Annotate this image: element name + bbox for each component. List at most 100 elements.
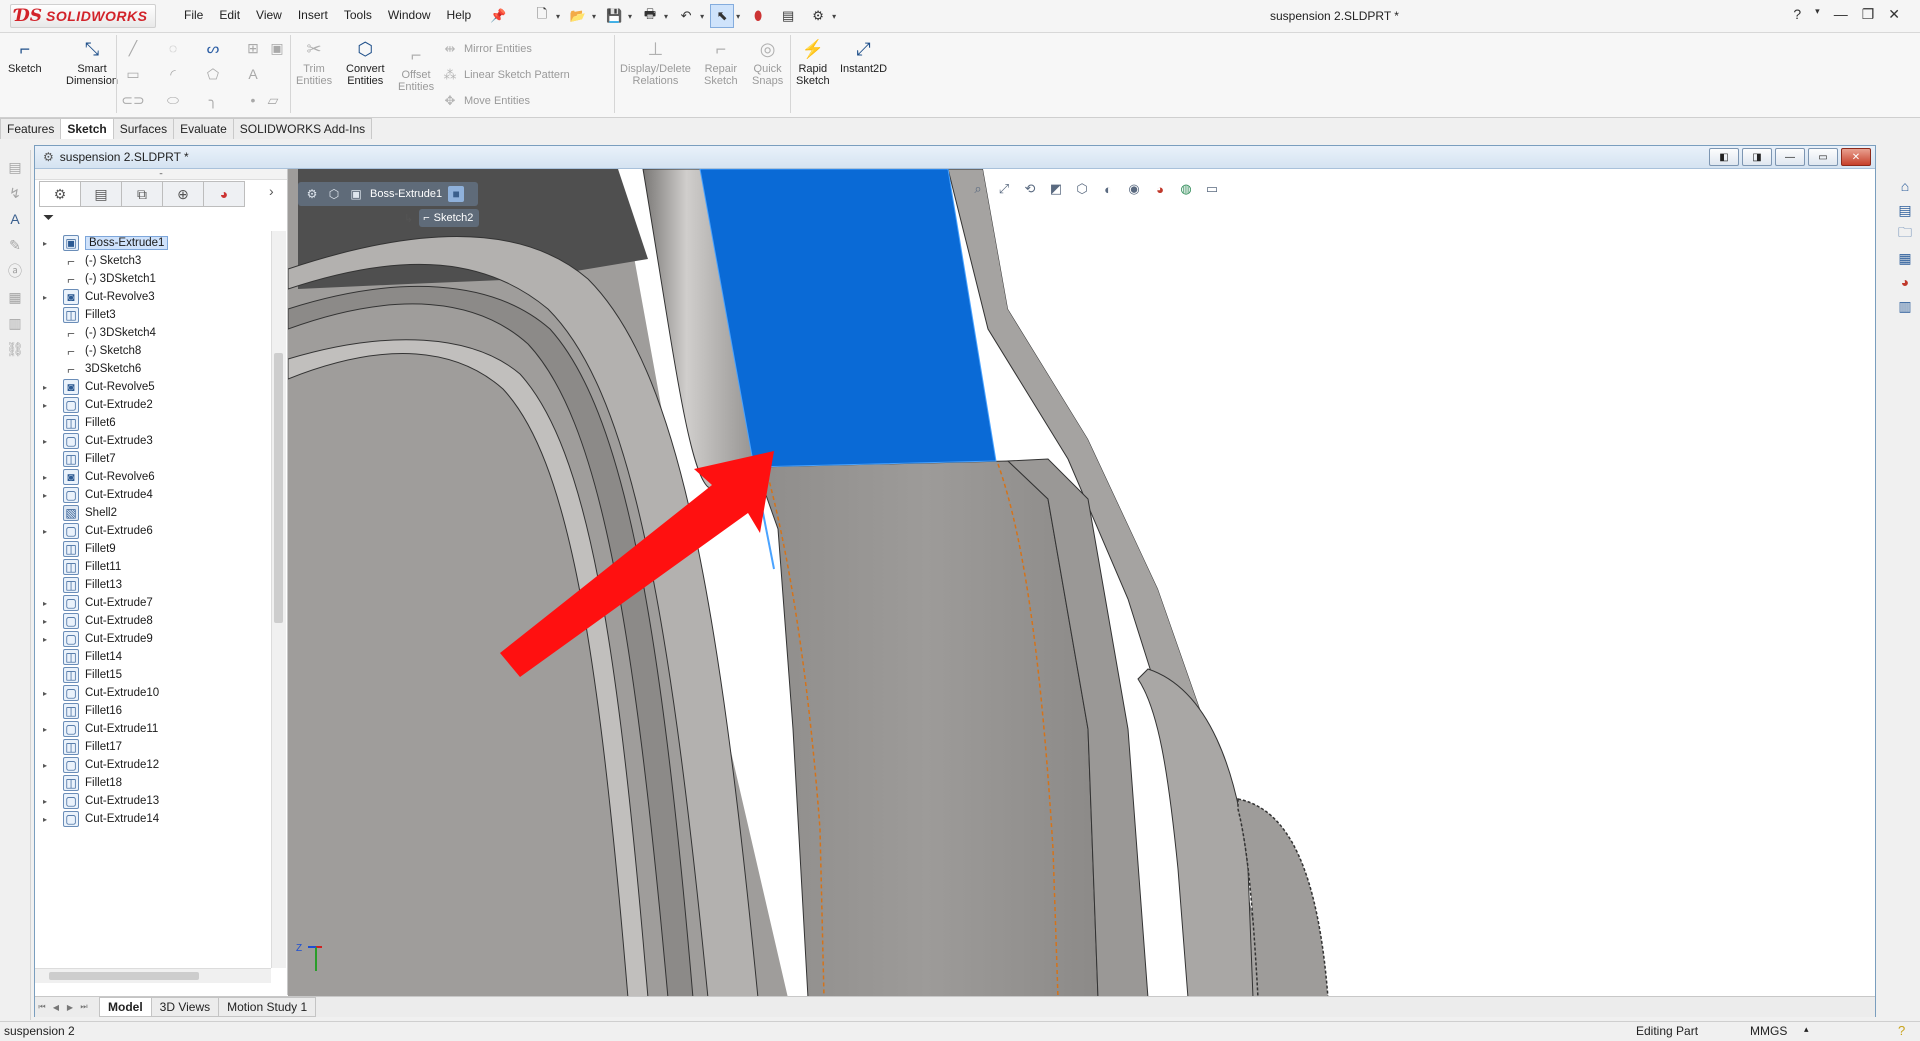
line-tool-icon[interactable]: ╱ — [124, 39, 142, 57]
expand-arrow-icon[interactable]: ▸ — [43, 383, 53, 392]
balloon-icon[interactable]: ⓐ — [6, 262, 24, 280]
edit-appearance-icon[interactable]: ◕ — [1150, 179, 1170, 199]
tree-item[interactable]: ▸ ▣ Boss-Extrude1 — [35, 233, 271, 253]
quick-snaps-button[interactable]: ◎ Quick Snaps — [752, 37, 783, 87]
tree-item[interactable]: ◫ Fillet18 — [35, 773, 271, 793]
tree-item[interactable]: ◫ Fillet6 — [35, 413, 271, 433]
status-units[interactable]: MMGS — [1750, 1024, 1787, 1038]
tree-horizontal-scrollbar[interactable] — [35, 968, 271, 983]
spline-tool-icon[interactable]: ᔕ — [204, 39, 222, 57]
tree-item[interactable]: ⌐ (-) 3DSketch1 — [35, 269, 271, 289]
solidworks-logo[interactable]: ƊS SOLIDWORKS — [10, 4, 156, 28]
tree-item[interactable]: ▸ ▢ Cut-Extrude9 — [35, 629, 271, 649]
polygon-tool-icon[interactable]: ⬠ — [204, 65, 222, 83]
prev-tab-icon[interactable]: ◀ — [49, 1000, 63, 1014]
minimize-icon[interactable]: — — [1834, 6, 1848, 23]
print-dropdown-icon[interactable]: ▾ — [664, 12, 668, 21]
feature-tree-tab-icon[interactable]: ⚙ — [39, 181, 81, 207]
move-entities-button[interactable]: ✥ Move Entities — [442, 93, 530, 109]
menu-file[interactable]: File — [176, 8, 211, 22]
menu-window[interactable]: Window — [380, 8, 439, 22]
tree-item[interactable]: ⌐ (-) Sketch8 — [35, 341, 271, 361]
expand-arrow-icon[interactable]: ▸ — [43, 635, 53, 644]
appearances-icon[interactable]: ◕ — [1894, 271, 1916, 293]
text-tool-icon[interactable]: A — [244, 65, 262, 83]
design-library-icon[interactable]: ▤ — [1894, 199, 1916, 221]
menu-tools[interactable]: Tools — [336, 8, 380, 22]
boss-extrude-icon[interactable]: ▣ — [348, 186, 364, 202]
first-tab-icon[interactable]: ⏮ — [35, 1000, 49, 1014]
previous-view-icon[interactable]: ⟲ — [1020, 179, 1040, 199]
solidworks-resources-icon[interactable]: ⌂ — [1894, 175, 1916, 197]
tree-item[interactable]: ◫ Fillet9 — [35, 539, 271, 559]
expand-arrow-icon[interactable]: ▸ — [43, 599, 53, 608]
units-dropdown-icon[interactable]: ▴ — [1804, 1024, 1809, 1035]
tab-sketch[interactable]: Sketch — [60, 118, 114, 139]
close-icon[interactable]: ✕ — [1888, 6, 1900, 23]
last-tab-icon[interactable]: ⏭ — [77, 1000, 91, 1014]
tree-item[interactable]: ▸ ▢ Cut-Extrude4 — [35, 485, 271, 505]
fillet-tool-icon[interactable]: ╮ — [204, 91, 222, 109]
rapid-sketch-button[interactable]: ⚡ Rapid Sketch — [796, 37, 830, 87]
part-icon[interactable]: ⚙ — [304, 186, 320, 202]
smart-dimension-button[interactable]: ⤡ Smart Dimension — [66, 37, 118, 87]
tab-surfaces[interactable]: Surfaces — [112, 118, 175, 139]
next-tab-icon[interactable]: ▶ — [63, 1000, 77, 1014]
rebuild-traffic-light-icon[interactable]: ⬮ — [746, 4, 770, 28]
arc-tool-icon[interactable]: ◜ — [164, 65, 182, 83]
trim-entities-button[interactable]: ✂ Trim Entities — [296, 37, 332, 87]
tree-item[interactable]: ▸ ▢ Cut-Extrude10 — [35, 683, 271, 703]
view-settings-icon[interactable]: ▭ — [1202, 179, 1222, 199]
zoom-to-area-icon[interactable]: ⤢ — [994, 179, 1014, 199]
body-icon[interactable]: ⬡ — [326, 186, 342, 202]
tree-item[interactable]: ◫ Fillet11 — [35, 557, 271, 577]
display-style-icon[interactable]: ◐ — [1098, 179, 1118, 199]
new-dropdown-icon[interactable]: ▾ — [556, 12, 560, 21]
undo-dropdown-icon[interactable]: ▾ — [700, 12, 704, 21]
expand-arrow-icon[interactable]: ▸ — [43, 473, 53, 482]
menu-help[interactable]: Help — [439, 8, 480, 22]
expand-arrow-icon[interactable]: ▸ — [43, 725, 53, 734]
undo-icon[interactable]: ↶ — [674, 4, 698, 28]
print-icon[interactable]: 🖶 — [638, 4, 662, 28]
restore-icon[interactable]: ❐ — [1862, 6, 1875, 23]
note-icon[interactable]: ✎ — [6, 236, 24, 254]
view-palette-icon[interactable]: ▦ — [1894, 247, 1916, 269]
point-tool-icon[interactable]: • — [244, 91, 262, 109]
tree-item[interactable]: ◫ Fillet3 — [35, 305, 271, 325]
grid-snap-icon[interactable]: ⊞ — [244, 39, 262, 57]
save-icon[interactable]: 💾 — [602, 4, 626, 28]
slot-tool-icon[interactable]: ⊂⊃ — [121, 91, 144, 109]
tile-right-icon[interactable]: ◨ — [1742, 148, 1772, 166]
expand-arrow-icon[interactable]: ▸ — [43, 617, 53, 626]
tree-item[interactable]: ◫ Fillet15 — [35, 665, 271, 685]
circle-tool-icon[interactable]: ◌ — [164, 39, 182, 57]
tree-item[interactable]: ⌐ (-) 3DSketch4 — [35, 323, 271, 343]
open-folder-icon[interactable]: 📂 — [566, 4, 590, 28]
help-icon[interactable]: ? — [1793, 6, 1801, 23]
relation-icon[interactable]: ↯ — [6, 184, 24, 202]
breadcrumb-feature[interactable]: Boss-Extrude1 — [370, 188, 442, 200]
expand-arrow-icon[interactable]: ▸ — [43, 239, 53, 248]
expand-arrow-icon[interactable]: ▸ — [43, 491, 53, 500]
graphics-viewport[interactable]: ⚙ ⬡ ▣ Boss-Extrude1 ■ ↳ ⌐ Sketch2 ⌕ ⤢ ⟲ … — [288, 169, 1873, 998]
open-dropdown-icon[interactable]: ▾ — [592, 12, 596, 21]
menu-insert[interactable]: Insert — [290, 8, 336, 22]
save-dropdown-icon[interactable]: ▾ — [628, 12, 632, 21]
tree-item[interactable]: ▸ ▢ Cut-Extrude6 — [35, 521, 271, 541]
menu-edit[interactable]: Edit — [211, 8, 248, 22]
tab-solidworks-add-ins[interactable]: SOLIDWORKS Add-Ins — [232, 118, 373, 139]
sketch-button[interactable]: ⌐ Sketch — [8, 37, 42, 75]
linear-sketch-pattern-button[interactable]: ⁂ Linear Sketch Pattern — [442, 67, 570, 83]
zoom-to-fit-icon[interactable]: ⌕ — [968, 179, 988, 199]
doc-minimize-icon[interactable]: — — [1775, 148, 1805, 166]
plane-tool-icon[interactable]: ▱ — [264, 91, 282, 109]
pin-menu-icon[interactable]: 📌 — [490, 8, 506, 23]
instant2d-button[interactable]: ⤢ Instant2D — [840, 37, 887, 75]
breadcrumb-sketch[interactable]: ⌐ Sketch2 — [419, 209, 480, 227]
tree-item[interactable]: ◫ Fillet7 — [35, 449, 271, 469]
expand-arrow-icon[interactable]: ▸ — [43, 689, 53, 698]
sketch-picture-icon[interactable]: ▣ — [268, 39, 286, 57]
display-manager-tab-icon[interactable]: ◕ — [203, 181, 245, 207]
chain-icon[interactable]: ⛓ — [6, 340, 24, 358]
